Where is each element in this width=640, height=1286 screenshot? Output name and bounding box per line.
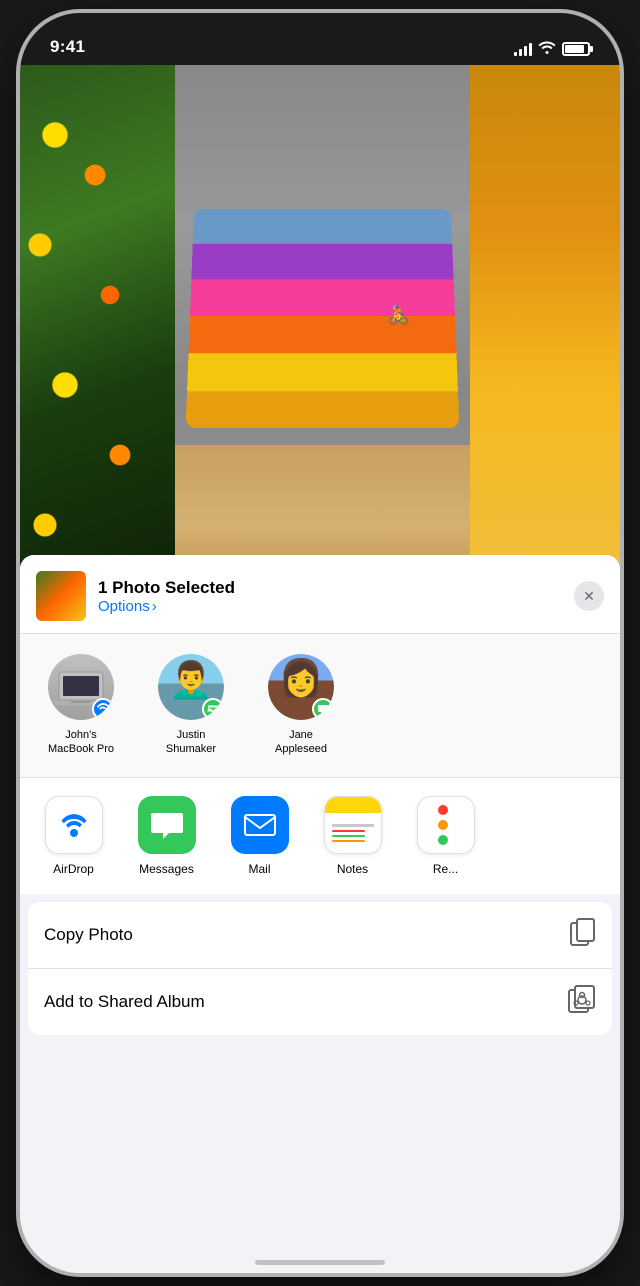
airdrop-badge (92, 698, 114, 720)
airdrop-label: AirDrop (53, 862, 94, 876)
contact-name-jane: Jane Appleseed (275, 728, 327, 757)
justin-avatar: 👨‍🦱 (158, 654, 224, 720)
apps-row: AirDrop Messages (20, 778, 620, 894)
reminders-label: Re... (433, 862, 458, 876)
app-item-reminders[interactable]: Re... (408, 796, 483, 876)
action-row-copy[interactable]: Copy Photo (28, 902, 612, 969)
photo-thumbnail (36, 571, 86, 621)
options-link[interactable]: Options › (98, 598, 562, 615)
phone-frame: 9:41 (20, 13, 620, 1273)
share-title: 1 Photo Selected (98, 578, 562, 598)
airdrop-app-icon (45, 796, 103, 854)
signal-bars-icon (514, 42, 532, 56)
shared-album-label: Add to Shared Album (44, 992, 205, 1012)
photo-right[interactable] (470, 65, 620, 605)
home-indicator (255, 1260, 385, 1265)
status-time: 9:41 (50, 37, 85, 57)
app-item-mail[interactable]: Mail (222, 796, 297, 876)
messages-app-icon (138, 796, 196, 854)
macbook-avatar (48, 654, 114, 720)
app-item-messages[interactable]: Messages (129, 796, 204, 876)
contacts-row: John's MacBook Pro 👨‍🦱 (20, 634, 620, 778)
photo-strip: 🚴 ✓ (20, 65, 620, 605)
share-sheet: 1 Photo Selected Options › ✕ (20, 555, 620, 1273)
contact-name-justin: Justin Shumaker (166, 728, 216, 757)
contact-item-macbook[interactable]: John's MacBook Pro (36, 654, 126, 757)
action-row-shared-album[interactable]: Add to Shared Album (28, 969, 612, 1035)
mail-app-icon (231, 796, 289, 854)
notch (230, 13, 410, 45)
wifi-icon (538, 40, 556, 57)
share-header-text: 1 Photo Selected Options › (98, 578, 562, 615)
shared-album-icon (568, 985, 596, 1019)
jane-avatar: 👩 (268, 654, 334, 720)
app-item-notes[interactable]: Notes (315, 796, 390, 876)
status-icons (514, 40, 590, 57)
screen: 🚴 ✓ 1 Photo Selected (20, 65, 620, 1273)
close-button[interactable]: ✕ (574, 581, 604, 611)
share-header: 1 Photo Selected Options › ✕ (20, 555, 620, 634)
mail-label: Mail (248, 862, 270, 876)
photo-center[interactable]: 🚴 ✓ (175, 65, 470, 605)
copy-photo-label: Copy Photo (44, 925, 133, 945)
contact-name-macbook: John's MacBook Pro (48, 728, 114, 757)
notes-app-icon (324, 796, 382, 854)
copy-icon (570, 918, 596, 952)
action-rows: Copy Photo Add to Shared Album (28, 902, 612, 1035)
contact-item-jane[interactable]: 👩 Jane Appleseed (256, 654, 346, 757)
message-badge-jane (312, 698, 334, 720)
photo-left[interactable] (20, 65, 175, 605)
message-badge-justin (202, 698, 224, 720)
notes-label: Notes (337, 862, 368, 876)
battery-icon (562, 42, 590, 56)
contact-item-justin[interactable]: 👨‍🦱 Justin Shumaker (146, 654, 236, 757)
messages-label: Messages (139, 862, 194, 876)
reminders-app-icon (417, 796, 475, 854)
app-item-airdrop[interactable]: AirDrop (36, 796, 111, 876)
